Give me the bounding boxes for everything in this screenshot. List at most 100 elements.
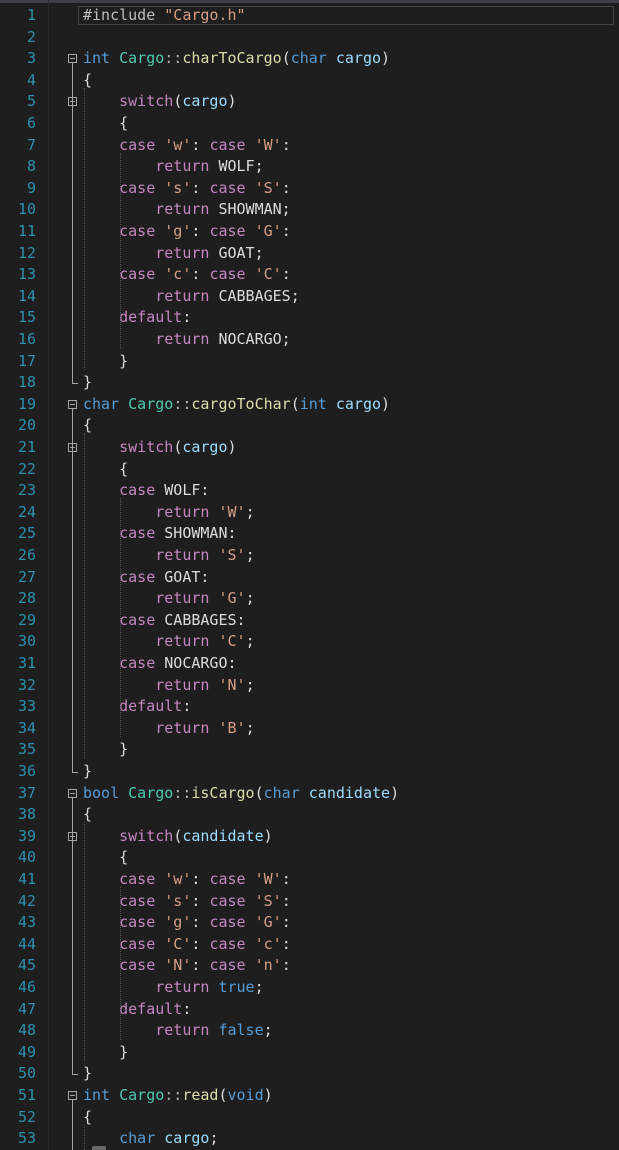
code-text[interactable]: }	[83, 351, 128, 373]
code-text[interactable]: case CABBAGES:	[83, 610, 245, 632]
code-line[interactable]: 7 case 'w': case 'W':	[0, 135, 619, 157]
collapse-region-icon[interactable]	[68, 54, 77, 64]
code-text[interactable]: default:	[83, 696, 191, 718]
code-line[interactable]: 29 case CABBAGES:	[0, 610, 619, 632]
code-line[interactable]: 31 case NOCARGO:	[0, 653, 619, 675]
code-text[interactable]: return 'B';	[83, 718, 254, 740]
code-line[interactable]: 13 case 'c': case 'C':	[0, 264, 619, 286]
code-line[interactable]: 3 int Cargo::charToCargo(char cargo)	[0, 48, 619, 70]
code-text[interactable]: return 'S';	[83, 545, 254, 567]
code-text[interactable]: }	[83, 739, 128, 761]
code-line[interactable]: 32 return 'N';	[0, 675, 619, 697]
code-text[interactable]: case 'N': case 'n':	[83, 955, 291, 977]
code-line[interactable]: 52 {	[0, 1107, 619, 1129]
code-text[interactable]: {	[83, 459, 128, 481]
code-line[interactable]: 8 return WOLF;	[0, 156, 619, 178]
code-text[interactable]: default:	[83, 307, 191, 329]
code-line[interactable]: 27 case GOAT:	[0, 567, 619, 589]
code-text[interactable]: case 's': case 'S':	[83, 178, 291, 200]
code-line[interactable]: 51 int Cargo::read(void)	[0, 1085, 619, 1107]
code-line[interactable]: 42 case 's': case 'S':	[0, 891, 619, 913]
code-line[interactable]: 36}	[0, 761, 619, 783]
code-line[interactable]: 43 case 'g': case 'G':	[0, 912, 619, 934]
code-text[interactable]: switch(candidate)	[83, 826, 273, 848]
code-text[interactable]: }	[83, 761, 92, 783]
code-text[interactable]: case SHOWMAN:	[83, 523, 236, 545]
code-text[interactable]: return CABBAGES;	[83, 286, 300, 308]
code-line[interactable]: 14 return CABBAGES;	[0, 286, 619, 308]
code-text[interactable]: case 'g': case 'G':	[83, 221, 291, 243]
code-line[interactable]: 45 case 'N': case 'n':	[0, 955, 619, 977]
code-text[interactable]: case WOLF:	[83, 480, 209, 502]
collapse-region-icon[interactable]	[68, 1091, 77, 1100]
code-text[interactable]: default:	[83, 999, 191, 1021]
code-text[interactable]: {	[83, 847, 128, 869]
code-text[interactable]: return 'C';	[83, 631, 254, 653]
code-line[interactable]: 5 switch(cargo)	[0, 91, 619, 113]
horizontal-scrollbar-thumb[interactable]	[92, 1146, 106, 1150]
code-line[interactable]: 24 return 'W';	[0, 502, 619, 524]
code-line[interactable]: 10 return SHOWMAN;	[0, 199, 619, 221]
code-line[interactable]: 35 }	[0, 739, 619, 761]
code-text[interactable]: case 's': case 'S':	[83, 891, 291, 913]
code-line[interactable]: 44 case 'C': case 'c':	[0, 934, 619, 956]
code-line[interactable]: 19 char Cargo::cargoToChar(int cargo)	[0, 394, 619, 416]
code-text[interactable]: return 'W';	[83, 502, 254, 524]
code-text[interactable]: case GOAT:	[83, 567, 209, 589]
code-text[interactable]: return WOLF;	[83, 156, 263, 178]
code-text[interactable]: char Cargo::cargoToChar(int cargo)	[83, 394, 390, 416]
code-text[interactable]: switch(cargo)	[83, 437, 236, 459]
code-line[interactable]: 1 #include "Cargo.h"	[0, 5, 619, 27]
collapse-region-icon[interactable]	[68, 399, 77, 409]
code-text[interactable]: return true;	[83, 977, 263, 999]
code-line[interactable]: 28 return 'G';	[0, 588, 619, 610]
code-text[interactable]: case 'C': case 'c':	[83, 934, 291, 956]
code-line[interactable]: 23 case WOLF:	[0, 480, 619, 502]
code-line[interactable]: 40 {	[0, 847, 619, 869]
code-text[interactable]: }	[83, 1063, 92, 1085]
code-line[interactable]: 21 switch(cargo)	[0, 437, 619, 459]
code-line[interactable]: 46 return true;	[0, 977, 619, 999]
code-line[interactable]: 4{	[0, 70, 619, 92]
code-line[interactable]: 49 }	[0, 1042, 619, 1064]
code-line[interactable]: 37 bool Cargo::isCargo(char candidate)	[0, 783, 619, 805]
code-line[interactable]: 47 default:	[0, 999, 619, 1021]
code-text[interactable]: {	[83, 113, 128, 135]
code-line[interactable]: 33 default:	[0, 696, 619, 718]
code-text[interactable]: return NOCARGO;	[83, 329, 290, 351]
code-text[interactable]: return 'N';	[83, 675, 254, 697]
code-line[interactable]: 50}	[0, 1063, 619, 1085]
code-text[interactable]: case 'g': case 'G':	[83, 912, 291, 934]
code-line[interactable]: 15 default:	[0, 307, 619, 329]
code-text[interactable]: return GOAT;	[83, 243, 263, 265]
code-text[interactable]: case 'c': case 'C':	[83, 264, 291, 286]
code-text[interactable]: bool Cargo::isCargo(char candidate)	[83, 783, 399, 805]
code-text[interactable]: case 'w': case 'W':	[83, 135, 291, 157]
collapse-region-icon[interactable]	[68, 788, 77, 798]
code-line[interactable]: 9 case 's': case 'S':	[0, 178, 619, 200]
code-line[interactable]: 12 return GOAT;	[0, 243, 619, 265]
code-text[interactable]: int Cargo::charToCargo(char cargo)	[83, 48, 390, 70]
code-editor[interactable]: 1 #include "Cargo.h" 2 3 int Cargo::charToCa…	[0, 0, 619, 1150]
code-text[interactable]: return SHOWMAN;	[83, 199, 290, 221]
code-text[interactable]: switch(cargo)	[83, 91, 236, 113]
code-line[interactable]: 41 case 'w': case 'W':	[0, 869, 619, 891]
code-text[interactable]: case 'w': case 'W':	[83, 869, 291, 891]
code-line[interactable]: 34 return 'B';	[0, 718, 619, 740]
code-line[interactable]: 17 }	[0, 351, 619, 373]
code-line[interactable]: 16 return NOCARGO;	[0, 329, 619, 351]
code-text[interactable]: }	[83, 1042, 128, 1064]
code-text[interactable]: return 'G';	[83, 588, 254, 610]
code-text[interactable]: #include "Cargo.h"	[83, 5, 246, 27]
code-line[interactable]: 25 case SHOWMAN:	[0, 523, 619, 545]
code-line[interactable]: 48 return false;	[0, 1020, 619, 1042]
code-text[interactable]: }	[83, 372, 92, 394]
code-line[interactable]: 20 {	[0, 415, 619, 437]
code-line[interactable]: 39 switch(candidate)	[0, 826, 619, 848]
code-line[interactable]: 2	[0, 27, 619, 49]
code-line[interactable]: 22 {	[0, 459, 619, 481]
code-line[interactable]: 38 {	[0, 804, 619, 826]
code-text[interactable]: return false;	[83, 1020, 272, 1042]
code-line[interactable]: 6 {	[0, 113, 619, 135]
code-line[interactable]: 18}	[0, 372, 619, 394]
